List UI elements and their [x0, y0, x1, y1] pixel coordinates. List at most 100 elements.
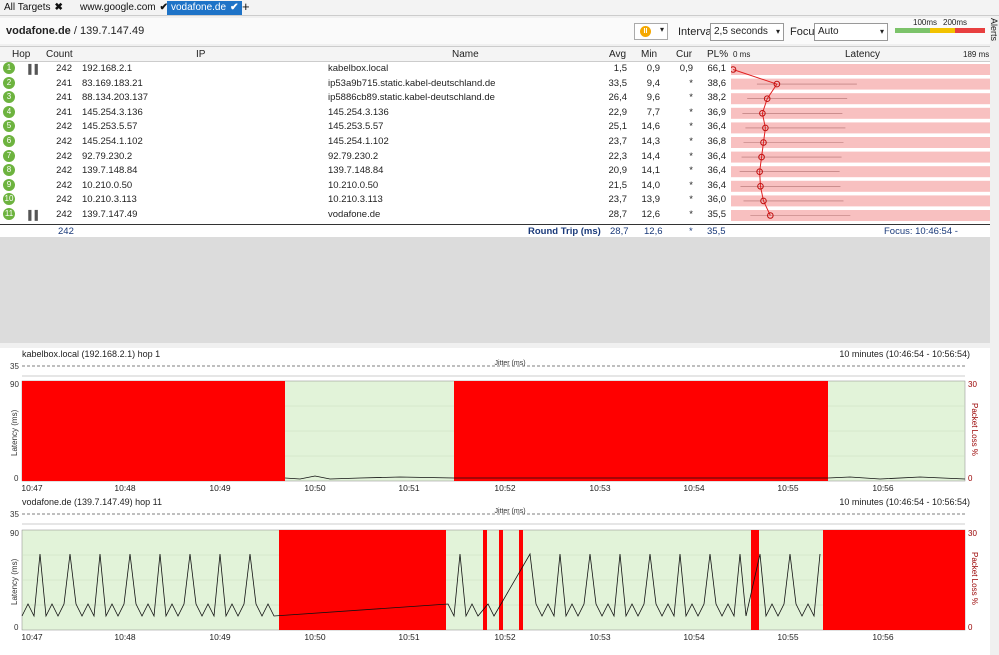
empty-area [0, 237, 990, 343]
hop-badge: 7 [3, 149, 15, 162]
chevron-down-icon: ▾ [775, 27, 780, 36]
lat-zero-label: 0 [14, 623, 19, 632]
hop-avg: 20,9 [608, 165, 628, 177]
hop-min: 9,6 [646, 92, 660, 104]
tab-google[interactable]: www.google.com ✔ [80, 1, 168, 15]
col-cur[interactable]: Cur [676, 49, 692, 60]
time-tick: 10:51 [398, 632, 420, 642]
hop-badge: 3 [3, 91, 15, 104]
pause-button[interactable]: II ▾ [634, 23, 668, 40]
hop-cur: * [689, 150, 693, 162]
chevron-down-icon: ▾ [879, 27, 884, 36]
tab-label: All Targets [4, 2, 51, 13]
time-tick: 10:49 [209, 483, 231, 493]
hop-pl: 36,4 [707, 150, 727, 162]
hop-pl: 36,4 [707, 165, 727, 177]
focus-value: Auto [818, 26, 839, 37]
loss-block [483, 530, 487, 630]
col-pl[interactable]: PL% [707, 49, 728, 60]
time-tick: 10:55 [777, 632, 799, 642]
time-tick: 10:56 [872, 632, 894, 642]
new-tab-button[interactable]: + [242, 0, 250, 15]
hop-ip: 145.253.5.57 [82, 121, 138, 133]
loss-block [823, 530, 965, 630]
hop-name: 145.253.5.57 [328, 121, 384, 133]
hop-pl: 66,1 [707, 63, 727, 74]
hop-count: 242 [56, 165, 72, 177]
col-latency-min: 0 ms [733, 50, 751, 59]
y2-axis-label: Packet Loss % [970, 552, 979, 605]
hop-pl: 36,0 [707, 194, 727, 206]
toolbar: vodafone.de / 139.7.147.49 II ▾ Interval… [0, 18, 990, 44]
totals-pl: 35,5 [707, 226, 726, 237]
time-tick: 10:54 [683, 632, 705, 642]
hop-min: 14,4 [641, 150, 661, 162]
hop-avg: 22,9 [608, 106, 628, 118]
legend-warn-bar [930, 28, 955, 33]
graph1-svg: Jitter (ms) 35 90 0 30 0 Latency (ms) Packet Lo… [10, 360, 979, 493]
hop-count: 241 [56, 106, 72, 118]
hop-ip: 139.7.148.84 [82, 165, 138, 177]
hop-pl: 38,2 [707, 92, 727, 104]
col-latency-max: 189 ms [963, 50, 990, 59]
hop-count: 241 [56, 77, 72, 89]
time-tick: 10:50 [304, 483, 326, 493]
interval-select[interactable]: 2,5 seconds ▾ [710, 23, 784, 41]
hop-min: 12,6 [641, 209, 661, 220]
hop-min: 9,4 [646, 77, 660, 89]
hop-cur: * [689, 179, 693, 191]
hop-ip: 10.210.3.113 [82, 194, 137, 206]
col-avg[interactable]: Avg [609, 49, 626, 60]
time-tick: 10:49 [209, 632, 231, 642]
hop-cur: * [689, 106, 693, 118]
pl-max-label: 30 [968, 380, 977, 389]
target-title: vodafone.de / 139.7.147.49 [6, 25, 144, 37]
hop-pl: 36,9 [707, 106, 727, 118]
close-icon[interactable]: ✖ [55, 2, 63, 13]
time-tick: 10:55 [777, 483, 799, 493]
tab-vodafone[interactable]: vodafone.de ✔ [167, 1, 243, 15]
col-ip[interactable]: IP [196, 49, 205, 60]
hop-min: 14,0 [641, 179, 661, 191]
hop-name: 145.254.3.136 [328, 106, 389, 118]
bar-chart-icon[interactable]: ▐▐ [25, 62, 38, 76]
time-tick: 10:48 [114, 632, 136, 642]
loss-block [751, 530, 759, 630]
y2-axis-label: Packet Loss % [970, 403, 979, 456]
hop-table: Hop Count IP Name Avg Min Cur PL% 0 ms L… [0, 46, 990, 237]
totals-count: 242 [58, 226, 74, 237]
hop-count: 242 [56, 150, 72, 162]
hop-ip: 145.254.1.102 [82, 136, 143, 147]
hop-name: 10.210.3.113 [328, 194, 383, 206]
chevron-down-icon[interactable]: ▾ [660, 25, 664, 34]
hop-cur: * [689, 136, 693, 147]
hop-name: 92.79.230.2 [328, 150, 379, 162]
focus-select[interactable]: Auto ▾ [814, 23, 888, 41]
hop-name: vodafone.de [328, 209, 381, 220]
totals-min: 12,6 [644, 226, 663, 237]
hop-count: 242 [56, 63, 72, 74]
jitter-max-label: 35 [10, 510, 19, 519]
alerts-tab[interactable]: Alerts [989, 18, 999, 58]
hop-pl: 36,4 [707, 179, 727, 191]
totals-cur: * [689, 226, 693, 237]
col-count[interactable]: Count [46, 49, 73, 60]
hop-cur: * [689, 165, 693, 177]
interval-value: 2,5 seconds [714, 26, 768, 37]
hop-avg: 26,4 [608, 92, 628, 104]
col-latency[interactable]: Latency [845, 49, 880, 60]
col-name[interactable]: Name [452, 49, 479, 60]
pause-icon: II [640, 26, 651, 37]
hop-min: 14,6 [641, 121, 661, 133]
lat-zero-label: 0 [14, 474, 19, 483]
tab-label: www.google.com [80, 2, 156, 13]
hop-avg: 23,7 [608, 136, 628, 147]
hop-name: ip53a9b715.static.kabel-deutschland.de [328, 77, 496, 89]
col-min[interactable]: Min [641, 49, 657, 60]
col-hop[interactable]: Hop [12, 49, 30, 60]
hop-avg: 25,1 [608, 121, 628, 133]
bar-chart-icon[interactable]: ▐▐ [25, 208, 38, 222]
time-tick: 10:54 [683, 483, 705, 493]
hop-cur: 0,9 [679, 63, 693, 74]
tab-all-targets[interactable]: All Targets ✖ [4, 1, 63, 15]
